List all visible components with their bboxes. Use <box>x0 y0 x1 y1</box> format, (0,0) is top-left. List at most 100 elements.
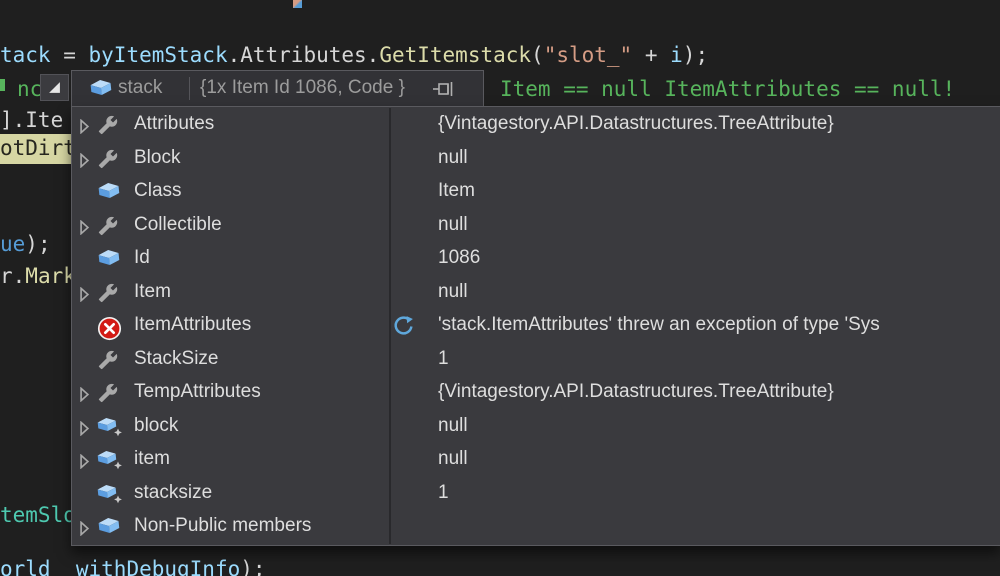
datatip-row[interactable]: ItemAttributes 'stack.ItemAttributes' thr… <box>72 310 1000 344</box>
code-line-withdebuginfo[interactable]: orld withDebugInfo); <box>0 554 266 576</box>
member-name: block <box>134 415 178 437</box>
expanded-triangle-icon <box>48 81 61 94</box>
code-token: withDebugInfo <box>76 557 240 576</box>
member-value: 1086 <box>438 247 480 269</box>
code-token: = <box>51 43 89 67</box>
code-token: .Attributes. <box>228 43 380 67</box>
datatip-row[interactable]: Class Item <box>72 176 1000 210</box>
expander-icon[interactable] <box>79 420 90 442</box>
member-name: stacksize <box>134 482 212 504</box>
field-cube-icon <box>89 79 113 103</box>
member-value: null <box>438 214 468 236</box>
member-name: Non-Public members <box>134 515 311 537</box>
code-fragment-cutoff <box>293 0 302 8</box>
wrench-icon <box>97 115 119 141</box>
datatip-row[interactable]: Item null <box>72 277 1000 311</box>
member-value: 'stack.ItemAttributes' threw an exceptio… <box>438 314 880 336</box>
highlighted-symbol[interactable]: otDirty <box>0 134 71 164</box>
private-field-cube-star-icon <box>97 484 123 510</box>
wrench-icon <box>97 350 119 376</box>
datatip-row[interactable]: StackSize 1 <box>72 344 1000 378</box>
member-name: Collectible <box>134 214 222 236</box>
member-name: Class <box>134 180 182 202</box>
expander-icon[interactable] <box>79 286 90 308</box>
code-token: ); <box>240 557 265 576</box>
refresh-icon[interactable] <box>392 315 415 344</box>
datatip-row[interactable]: Collectible null <box>72 210 1000 244</box>
member-name: item <box>134 448 170 470</box>
code-line-comment-left[interactable]: nc <box>17 74 42 104</box>
watched-expression: stack <box>118 77 162 99</box>
code-token: ue <box>0 232 25 256</box>
member-value: null <box>438 281 468 303</box>
wrench-icon <box>97 149 119 175</box>
datatip-row[interactable]: Attributes {Vintagestory.API.Datastructur… <box>72 109 1000 143</box>
datatip-row[interactable]: stacksize 1 <box>72 478 1000 512</box>
wrench-icon <box>97 283 119 309</box>
datatip-header[interactable]: stack {1x Item Id 1086, Code } <box>71 70 484 107</box>
code-token: Item == null ItemAttributes == null! <box>500 77 955 101</box>
member-value: Item <box>438 180 475 202</box>
code-line-itemslot[interactable]: temSlo <box>0 500 76 530</box>
datatip-row[interactable]: item null <box>72 444 1000 478</box>
datatip-row[interactable]: Non-Public members <box>72 511 1000 545</box>
code-token <box>51 557 76 576</box>
highlighted-symbol-text: otDirty <box>0 136 71 160</box>
code-token: ].Ite <box>0 108 63 132</box>
member-value: null <box>438 448 468 470</box>
member-name: StackSize <box>134 348 218 370</box>
field-cube-icon <box>97 517 121 541</box>
datatip-row[interactable]: Id 1086 <box>72 243 1000 277</box>
field-cube-icon <box>97 249 121 273</box>
member-name: Block <box>134 147 180 169</box>
code-token: ); <box>25 232 50 256</box>
member-name: TempAttributes <box>134 381 261 403</box>
member-name: Attributes <box>134 113 214 135</box>
header-divider <box>189 77 190 100</box>
code-line-assignment[interactable]: tack = byItemStack.Attributes.GetItemsta… <box>0 40 708 70</box>
member-value: null <box>438 147 468 169</box>
pin-icon <box>432 81 456 97</box>
datatip-row[interactable]: Block null <box>72 143 1000 177</box>
member-value: 1 <box>438 482 449 504</box>
datatip-row[interactable]: TempAttributes {Vintagestory.API.Datastru… <box>72 377 1000 411</box>
code-line-markdirty[interactable]: r.Mark <box>0 261 76 291</box>
field-cube-icon <box>97 182 121 206</box>
vs-debugger-screen: tack = byItemStack.Attributes.GetItemsta… <box>0 0 1000 576</box>
code-token: byItemStack <box>89 43 228 67</box>
member-name: ItemAttributes <box>134 314 251 336</box>
member-value: null <box>438 415 468 437</box>
code-token: + <box>632 43 670 67</box>
code-token: ); <box>683 43 708 67</box>
code-token: orld <box>0 557 51 576</box>
wrench-icon <box>97 383 119 409</box>
code-line-item[interactable]: ].Ite <box>0 105 63 135</box>
private-field-cube-star-icon <box>97 417 123 443</box>
code-token: nc <box>17 77 42 101</box>
datatip-popup: Attributes {Vintagestory.API.Datastructur… <box>71 106 1000 546</box>
code-token: ( <box>531 43 544 67</box>
member-value: {Vintagestory.API.Datastructures.TreeAtt… <box>438 381 834 403</box>
value-preview: {1x Item Id 1086, Code } <box>200 77 405 99</box>
expander-icon[interactable] <box>79 453 90 475</box>
wrench-icon <box>97 216 119 242</box>
member-name: Item <box>134 281 171 303</box>
private-field-cube-star-icon <box>97 450 123 476</box>
expander-icon[interactable] <box>79 386 90 408</box>
code-token: "slot_" <box>544 43 633 67</box>
code-line-comment-right[interactable]: Item == null ItemAttributes == null! <box>500 74 955 104</box>
member-value: 1 <box>438 348 449 370</box>
expander-icon[interactable] <box>79 520 90 542</box>
code-token: tack <box>0 43 51 67</box>
member-value: {Vintagestory.API.Datastructures.TreeAtt… <box>438 113 834 135</box>
exception-error-icon <box>97 316 122 347</box>
code-line-true-close[interactable]: ue); <box>0 229 51 259</box>
pin-button[interactable] <box>432 81 456 103</box>
datatip-root-expander[interactable] <box>40 74 69 101</box>
code-token: temSlo <box>0 503 76 527</box>
expander-icon[interactable] <box>79 152 90 174</box>
expander-icon[interactable] <box>79 118 90 140</box>
expander-icon[interactable] <box>79 219 90 241</box>
member-name: Id <box>134 247 150 269</box>
datatip-row[interactable]: block null <box>72 411 1000 445</box>
